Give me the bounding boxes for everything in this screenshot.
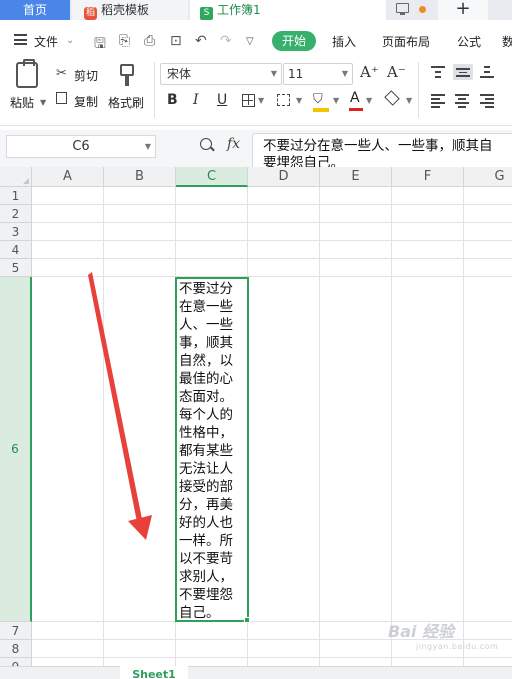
formula-bar: C6 ▼ fx 不要过分在意一些人、一些事，顺其自 要埋怨自己。	[0, 130, 512, 172]
tab-daoke-templates[interactable]: 稻稻壳模板	[72, 0, 188, 20]
paste-dropdown-icon[interactable]: ▼	[40, 98, 46, 107]
eraser-icon[interactable]	[384, 90, 400, 106]
print-preview-icon[interactable]: ⊡	[170, 33, 182, 49]
italic-button[interactable]: I	[193, 92, 199, 108]
fill-color-icon[interactable]: ⛉	[313, 92, 323, 107]
borders-icon[interactable]	[242, 94, 255, 107]
monitor-icon[interactable]	[396, 3, 409, 15]
chevron-down-icon[interactable]: ▼	[258, 96, 264, 105]
customize-arrow-icon[interactable]: ▽	[246, 36, 254, 47]
ribbon-home: 粘贴 ▼ ✂ 剪切 复制 格式刷 宋体 ▼ 11 ▼ A⁺ A⁻ B I U ▼ ▼…	[0, 58, 512, 126]
print-icon[interactable]: ⎙	[144, 33, 155, 49]
insert-function-icon[interactable]: fx	[227, 136, 240, 152]
chevron-down-icon: ▼	[144, 142, 151, 151]
font-color-icon[interactable]: A	[350, 90, 360, 106]
align-bottom-icon[interactable]	[480, 66, 494, 78]
watermark-sub: jingyan.baidu.com	[416, 642, 499, 651]
formula-input[interactable]: 不要过分在意一些人、一些事，顺其自 要埋怨自己。	[252, 133, 512, 171]
spreadsheet-grid[interactable]: ABCDEFG 123456789 不要过分在意一些人、一些事，顺其自然，以最佳…	[0, 167, 512, 679]
underline-button[interactable]: U	[217, 92, 227, 108]
annotation-arrow	[88, 272, 152, 540]
menu-file[interactable]: 文件	[34, 33, 58, 50]
align-center-icon[interactable]	[455, 94, 469, 108]
chevron-down-icon[interactable]: ▼	[366, 96, 372, 105]
font-size-value: 11	[288, 67, 304, 81]
new-tab-button[interactable]: +	[438, 0, 488, 20]
chevron-down-icon: ▼	[341, 69, 348, 78]
name-box[interactable]: C6 ▼	[6, 135, 156, 158]
menu-formula[interactable]: 公式	[457, 33, 481, 50]
arrow-shaft	[88, 272, 142, 522]
export-icon[interactable]: ⎘	[119, 33, 130, 49]
scissors-icon[interactable]: ✂	[56, 66, 67, 81]
arrow-head	[128, 515, 152, 540]
watermark-text: Bai 经验	[388, 622, 455, 641]
daoke-logo-icon: 稻	[84, 7, 97, 20]
cell-style-icon[interactable]	[277, 94, 290, 106]
bold-button[interactable]: B	[167, 92, 178, 108]
shrink-font-button[interactable]: A⁻	[387, 63, 406, 81]
cut-button[interactable]: 剪切	[74, 67, 98, 84]
chevron-down-icon[interactable]: ▼	[296, 96, 302, 105]
sheet-tab[interactable]: Sheet1	[120, 666, 188, 679]
divider	[154, 62, 155, 118]
font-name-select[interactable]: 宋体 ▼	[160, 63, 282, 85]
menu-start[interactable]: 开始	[272, 31, 316, 51]
save-icon[interactable]: 🖫	[94, 33, 106, 57]
copy-button[interactable]: 复制	[74, 93, 98, 110]
formula-line-1: 不要过分在意一些人、一些事，顺其自	[263, 138, 493, 154]
font-size-select[interactable]: 11 ▼	[283, 63, 353, 85]
tab-home[interactable]: 首页	[0, 0, 70, 20]
chevron-down-icon[interactable]: ▼	[406, 96, 412, 105]
chevron-down-icon: ▼	[270, 69, 277, 78]
paste-icon[interactable]	[16, 59, 38, 88]
sheet-tab-bar	[0, 666, 512, 679]
title-tab-bar: 首页 稻稻壳模板 S 工作簿1 +	[0, 0, 512, 20]
menu-bar: 文件 ⌄ 🖫 ⎘ ⎙ ⊡ ↶ ↷ ▽ 开始 插入 页面布局 公式 数	[0, 24, 512, 58]
align-middle-icon[interactable]	[453, 64, 473, 80]
font-name-value: 宋体	[167, 67, 192, 81]
format-painter-button[interactable]: 格式刷	[108, 94, 144, 111]
undo-icon[interactable]: ↶	[195, 33, 207, 49]
notification-dot-icon[interactable]	[419, 6, 426, 13]
tab-workbook-label: 工作簿1	[217, 3, 261, 17]
tab-daoke-label: 稻壳模板	[101, 3, 150, 17]
menu-insert[interactable]: 插入	[332, 33, 356, 50]
divider	[418, 62, 419, 118]
fill-color-swatch	[313, 108, 329, 112]
tab-workbook[interactable]: S 工作簿1	[190, 0, 386, 20]
align-left-icon[interactable]	[431, 94, 445, 108]
format-painter-icon[interactable]	[118, 64, 136, 88]
zoom-icon[interactable]	[200, 138, 212, 150]
copy-icon[interactable]	[56, 92, 67, 104]
menu-data[interactable]: 数	[502, 33, 512, 50]
spreadsheet-logo-icon: S	[200, 7, 213, 20]
font-color-swatch	[349, 108, 363, 111]
redo-icon[interactable]: ↷	[220, 33, 232, 49]
align-right-icon[interactable]	[480, 94, 494, 108]
grow-font-button[interactable]: A⁺	[360, 63, 379, 81]
align-top-icon[interactable]	[431, 66, 445, 78]
hamburger-menu-icon[interactable]	[14, 34, 27, 45]
name-box-value: C6	[72, 139, 90, 154]
watermark: Bai 经验 jingyan.baidu.com	[388, 618, 498, 651]
chevron-down-icon[interactable]: ▼	[333, 96, 339, 105]
paste-button[interactable]: 粘贴	[10, 94, 34, 111]
menu-page-layout[interactable]: 页面布局	[382, 33, 430, 50]
chevron-down-icon[interactable]: ⌄	[66, 35, 74, 46]
